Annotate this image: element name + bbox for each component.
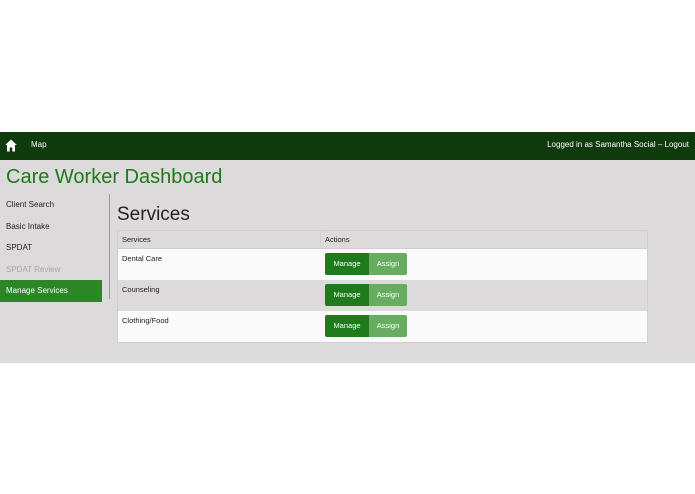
- manage-button[interactable]: Manage: [325, 284, 369, 306]
- assign-button[interactable]: Assign: [369, 315, 407, 337]
- page-title: Services: [117, 204, 190, 225]
- assign-button[interactable]: Assign: [369, 284, 407, 306]
- sidebar-item-client-search[interactable]: Client Search: [0, 194, 102, 216]
- column-header-actions: Actions: [325, 235, 350, 244]
- nav-link-map[interactable]: Map: [31, 140, 47, 149]
- logout-link[interactable]: Logout: [665, 140, 689, 149]
- table-row: Clothing/Food Manage Assign: [118, 311, 647, 342]
- sidebar-item-spdat-review: SPDAT Review: [6, 264, 61, 274]
- top-navbar: Map Logged in as Samantha Social – Logou…: [0, 132, 695, 160]
- column-header-services: Services: [118, 231, 321, 248]
- app-panel: Map Logged in as Samantha Social – Logou…: [0, 132, 695, 363]
- table-header: Services Actions: [118, 231, 647, 249]
- service-name: Counseling: [122, 285, 160, 294]
- session-separator: –: [655, 140, 665, 149]
- row-actions: Manage Assign: [321, 280, 407, 311]
- sidebar-divider: [109, 194, 110, 299]
- manage-button[interactable]: Manage: [325, 253, 369, 275]
- services-table: Services Actions Dental Care Manage Assi…: [117, 230, 648, 343]
- manage-button[interactable]: Manage: [325, 315, 369, 337]
- row-actions: Manage Assign: [321, 249, 407, 280]
- sidebar-item-basic-intake[interactable]: Basic Intake: [0, 216, 102, 238]
- logged-in-text: Logged in as Samantha Social: [547, 140, 656, 149]
- home-icon[interactable]: [5, 139, 17, 152]
- service-name: Clothing/Food: [122, 316, 169, 325]
- table-row: Counseling Manage Assign: [118, 280, 647, 311]
- assign-button[interactable]: Assign: [369, 253, 407, 275]
- row-actions: Manage Assign: [321, 311, 407, 342]
- app-title: Care Worker Dashboard: [6, 166, 223, 188]
- session-info: Logged in as Samantha Social – Logout: [547, 140, 689, 149]
- sidebar-item-spdat[interactable]: SPDAT: [0, 237, 102, 259]
- sidebar-nav: Client Search Basic Intake SPDAT SPDAT R…: [0, 194, 102, 302]
- table-row: Dental Care Manage Assign: [118, 249, 647, 280]
- service-name: Dental Care: [122, 254, 163, 263]
- sidebar-item-manage-services[interactable]: Manage Services: [0, 280, 102, 302]
